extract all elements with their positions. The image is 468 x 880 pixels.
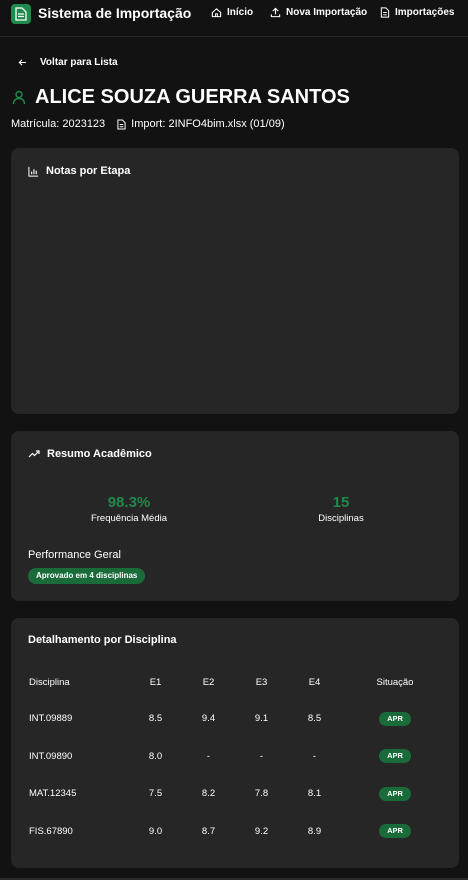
- cell-e1: 9.0: [148, 825, 163, 837]
- user-icon: [12, 90, 26, 105]
- notas-card-title: Notas por Etapa: [28, 165, 130, 177]
- cell-situacao: APR: [341, 700, 449, 738]
- performance-badge: Aprovado em 4 disciplinas: [28, 568, 146, 584]
- nav-inicio[interactable]: Início: [211, 7, 253, 18]
- cell-disciplina: INT.09889: [29, 713, 73, 725]
- frequencia-stat: 98.3% Frequência Média: [49, 494, 209, 524]
- status-badge: APR: [379, 711, 411, 726]
- cell-e3: 7.8: [254, 788, 269, 800]
- cell-disciplina: INT.09890: [29, 750, 73, 762]
- back-to-list-link[interactable]: Voltar para Lista: [18, 57, 118, 68]
- disciplinas-value: 15: [332, 494, 350, 511]
- cell-e3: 9.2: [254, 825, 269, 837]
- table-row: FIS.67890 9.0 8.7 9.2 8.9 APR: [21, 813, 449, 851]
- cell-e4: -: [312, 750, 317, 762]
- cell-situacao: APR: [341, 813, 449, 851]
- back-link-label: Voltar para Lista: [40, 57, 118, 68]
- arrow-left-icon: [18, 59, 27, 66]
- detalhamento-card: Detalhamento por Disciplina Disciplina E…: [11, 618, 459, 868]
- col-situacao: Situação: [376, 676, 414, 688]
- matricula-text: Matrícula: 2023123: [11, 118, 106, 130]
- performance-label: Performance Geral: [28, 549, 121, 561]
- notas-por-etapa-card: Notas por Etapa: [11, 148, 459, 414]
- cell-e3: -: [259, 750, 264, 762]
- nav-inicio-label: Início: [227, 7, 254, 18]
- cell-disciplina: FIS.67890: [29, 825, 73, 837]
- upload-icon: [270, 7, 281, 18]
- cell-e1: 8.5: [148, 713, 163, 725]
- resumo-card-title: Resumo Acadêmico: [28, 448, 152, 460]
- col-e1: E1: [149, 676, 162, 688]
- col-e2: E2: [202, 676, 215, 688]
- disciplinas-label: Disciplinas: [318, 513, 364, 524]
- notas-card-title-text: Notas por Etapa: [46, 165, 131, 177]
- status-badge: APR: [379, 824, 411, 839]
- cell-e1: 7.5: [148, 788, 163, 800]
- student-name: ALICE SOUZA GUERRA SANTOS: [35, 86, 350, 108]
- app-title[interactable]: Sistema de Importação: [38, 5, 191, 21]
- trending-up-icon: [28, 450, 40, 458]
- nav-nova-importacao[interactable]: Nova Importação: [270, 7, 367, 18]
- col-e3: E3: [255, 676, 268, 688]
- cell-e2: 8.2: [201, 788, 216, 800]
- nav-nova-importacao-label: Nova Importação: [286, 7, 368, 18]
- student-header: ALICE SOUZA GUERRA SANTOS: [12, 86, 350, 109]
- file-icon: [117, 119, 126, 129]
- document-icon[interactable]: [11, 4, 31, 24]
- top-navbar: Sistema de Importação Início Nova Import…: [0, 0, 468, 37]
- cell-e2: -: [206, 750, 211, 762]
- detalhe-card-title: Detalhamento por Disciplina: [28, 634, 177, 646]
- table-row: INT.09890 8.0 - - - APR: [21, 738, 449, 776]
- col-disciplina: Disciplina: [29, 676, 70, 688]
- cell-e4: 8.9: [307, 825, 322, 837]
- nav-importacoes[interactable]: Importações: [380, 7, 454, 18]
- frequencia-label: Frequência Média: [90, 513, 168, 524]
- grades-table: Disciplina E1 E2 E3 E4 Situação INT.0988…: [21, 664, 449, 850]
- resumo-card-title-text: Resumo Acadêmico: [47, 448, 152, 460]
- disciplinas-stat: 15 Disciplinas: [261, 494, 421, 524]
- import-file-text: Import: 2INFO4bim.xlsx (01/09): [131, 118, 285, 130]
- nav-importacoes-label: Importações: [395, 7, 455, 18]
- cell-e4: 8.1: [307, 788, 322, 800]
- cell-disciplina: MAT.12345: [29, 788, 77, 800]
- student-meta: Matrícula: 2023123 Import: 2INFO4bim.xls…: [11, 118, 285, 130]
- table-header-row: Disciplina E1 E2 E3 E4 Situação: [21, 664, 449, 700]
- cell-situacao: APR: [341, 775, 449, 813]
- cell-e4: 8.5: [307, 713, 322, 725]
- status-badge: APR: [379, 786, 411, 801]
- cell-situacao: APR: [341, 738, 449, 776]
- cell-e3: 9.1: [254, 713, 269, 725]
- cell-e2: 9.4: [201, 713, 216, 725]
- bar-chart-icon: [28, 166, 39, 177]
- resumo-academico-card: Resumo Acadêmico 98.3% Frequência Média …: [11, 431, 459, 601]
- status-badge: APR: [379, 749, 411, 764]
- home-icon: [211, 8, 222, 18]
- frequencia-value: 98.3%: [107, 494, 151, 511]
- table-row: INT.09889 8.5 9.4 9.1 8.5 APR: [21, 700, 449, 738]
- cell-e2: 8.7: [201, 825, 216, 837]
- col-e4: E4: [308, 676, 321, 688]
- cell-e1: 8.0: [148, 750, 163, 762]
- table-row: MAT.12345 7.5 8.2 7.8 8.1 APR: [21, 775, 449, 813]
- file-list-icon: [380, 7, 390, 18]
